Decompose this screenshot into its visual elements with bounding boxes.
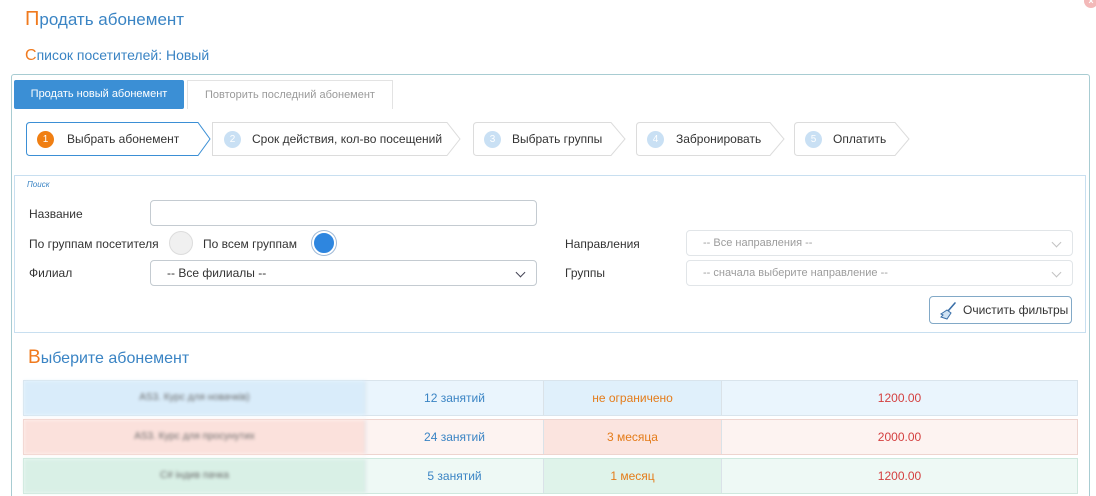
subscription-term: 1 месяц xyxy=(544,459,722,493)
subscription-visits: 5 занятий xyxy=(366,459,544,493)
name-input[interactable] xyxy=(150,200,537,226)
subscription-row[interactable]: AS3. Курс для просунутих 24 занятий 3 ме… xyxy=(23,419,1078,455)
all-groups-label: По всем группам xyxy=(203,237,297,251)
choose-subscription-heading: Выберите абонемент xyxy=(28,347,190,368)
step-label: Оплатить xyxy=(833,132,887,146)
search-legend: Поиск xyxy=(27,180,50,189)
chevron-down-icon xyxy=(515,267,526,278)
branch-select[interactable]: -- Все филиалы -- xyxy=(150,260,537,286)
step-book[interactable]: 4 Забронировать xyxy=(636,122,788,156)
step-label: Срок действия, кол-во посещений xyxy=(252,132,443,146)
chevron-down-icon xyxy=(1051,237,1062,248)
step-pay[interactable]: 5 Оплатить xyxy=(794,122,914,156)
clear-filters-button[interactable]: Очистить фильтры xyxy=(929,296,1072,324)
by-visitor-groups-radio[interactable] xyxy=(169,231,193,255)
step-number: 4 xyxy=(647,131,664,148)
tab-repeat-last-subscription[interactable]: Повторить последний абонемент xyxy=(187,80,393,109)
broom-icon xyxy=(940,302,956,320)
page-title: Продать абонемент xyxy=(25,8,185,30)
step-label: Забронировать xyxy=(676,132,762,146)
groups-label: Группы xyxy=(565,266,605,280)
subscription-name: AS3. Курс для новачків) xyxy=(24,381,366,415)
step-choose-groups[interactable]: 3 Выбрать группы xyxy=(473,122,629,156)
subscription-term: 3 месяца xyxy=(544,420,722,454)
step-number: 2 xyxy=(224,131,241,148)
subscription-name: C# індив пачка xyxy=(24,459,366,493)
step-duration-visits[interactable]: 2 Срок действия, кол-во посещений xyxy=(212,122,462,156)
close-icon[interactable]: × xyxy=(1084,0,1096,8)
directions-select-value: -- Все направления -- xyxy=(703,237,813,249)
subscription-term: не ограничено xyxy=(544,381,722,415)
subscription-price: 1200.00 xyxy=(877,469,922,483)
chevron-down-icon xyxy=(1051,267,1062,278)
visitor-list-subtitle: Список посетителей: Новый xyxy=(25,47,210,64)
subscription-visits: 24 занятий xyxy=(366,420,544,454)
subscription-price: 1200.00 xyxy=(877,391,922,405)
step-choose-subscription[interactable]: 1 Выбрать абонемент xyxy=(26,122,212,156)
tab-sell-new-subscription[interactable]: Продать новый абонемент xyxy=(14,80,184,109)
subscription-price: 2000.00 xyxy=(877,430,922,444)
step-label: Выбрать группы xyxy=(512,132,603,146)
groups-select[interactable]: -- сначала выберите направление -- xyxy=(686,260,1073,286)
step-number: 1 xyxy=(37,131,54,148)
all-groups-radio[interactable] xyxy=(312,231,336,255)
directions-select[interactable]: -- Все направления -- xyxy=(686,230,1073,256)
directions-label: Направления xyxy=(565,237,640,251)
groups-select-value: -- сначала выберите направление -- xyxy=(703,267,888,279)
subscription-name: AS3. Курс для просунутих xyxy=(24,420,366,454)
name-label: Название xyxy=(29,207,83,221)
branch-select-value: -- Все филиалы -- xyxy=(167,266,267,280)
step-number: 5 xyxy=(805,131,822,148)
subscription-visits: 12 занятий xyxy=(366,381,544,415)
subscription-row[interactable]: AS3. Курс для новачків) 12 занятий не ог… xyxy=(23,380,1078,416)
subscription-row[interactable]: C# індив пачка 5 занятий 1 месяц 1200.00 xyxy=(23,458,1078,494)
branch-label: Филиал xyxy=(29,266,73,280)
by-visitor-groups-label: По группам посетителя xyxy=(29,237,159,251)
clear-filters-label: Очистить фильтры xyxy=(963,303,1069,317)
step-label: Выбрать абонемент xyxy=(67,132,180,146)
step-number: 3 xyxy=(484,131,501,148)
